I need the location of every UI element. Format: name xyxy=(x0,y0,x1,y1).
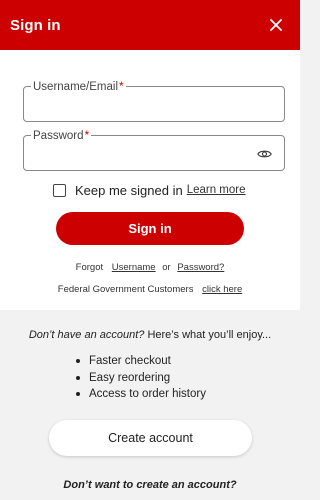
no-account-prompt: Don’t have an account? Here’s what you’l… xyxy=(0,329,300,341)
federal-click-here-link[interactable]: click here xyxy=(202,284,242,295)
signin-button[interactable]: Sign in xyxy=(56,212,244,245)
eye-icon[interactable] xyxy=(256,147,272,161)
no-account-italic: Don’t have an account? xyxy=(28,329,145,341)
signin-form-panel: Username/Email* Password* Keep me signed… xyxy=(0,50,300,310)
username-field[interactable]: Username/Email* xyxy=(23,78,285,122)
forgot-row: Forgot Username or Password? xyxy=(0,262,300,273)
create-account-button[interactable]: Create account xyxy=(49,420,252,456)
keep-signed-in-checkbox[interactable] xyxy=(53,183,66,197)
list-item: Easy reordering xyxy=(76,370,206,387)
forgot-username-link[interactable]: Username xyxy=(112,262,156,273)
forgot-prefix: Forgot xyxy=(75,262,104,273)
federal-text: Federal Government Customers xyxy=(57,284,194,295)
federal-row: Federal Government Customers click here xyxy=(0,284,300,295)
forgot-password-link[interactable]: Password? xyxy=(177,262,224,273)
benefits-list: Faster checkout Easy reordering Access t… xyxy=(76,353,206,403)
required-mark: * xyxy=(84,128,90,142)
keep-signed-in-row: Keep me signed in Learn more xyxy=(53,181,246,199)
keep-signed-in-label: Keep me signed in xyxy=(75,182,183,198)
header-bar: Sign in xyxy=(0,0,300,50)
bullet-icon xyxy=(76,392,80,397)
list-item: Faster checkout xyxy=(76,353,206,370)
forgot-or: or xyxy=(162,262,171,273)
password-label: Password* xyxy=(31,127,92,144)
close-icon[interactable] xyxy=(266,15,286,35)
list-item: Access to order history xyxy=(76,386,206,403)
learn-more-link[interactable]: Learn more xyxy=(187,184,246,196)
username-label: Username/Email* xyxy=(31,78,126,95)
bullet-icon xyxy=(76,375,80,380)
bullet-icon xyxy=(76,359,80,364)
password-field[interactable]: Password* xyxy=(23,127,285,171)
page-title: Sign in xyxy=(10,16,61,34)
no-account-wanted-prompt: Don’t want to create an account? xyxy=(63,479,237,491)
required-mark: * xyxy=(119,79,124,93)
no-account-rest: Here’s what you’ll enjoy... xyxy=(144,329,272,341)
